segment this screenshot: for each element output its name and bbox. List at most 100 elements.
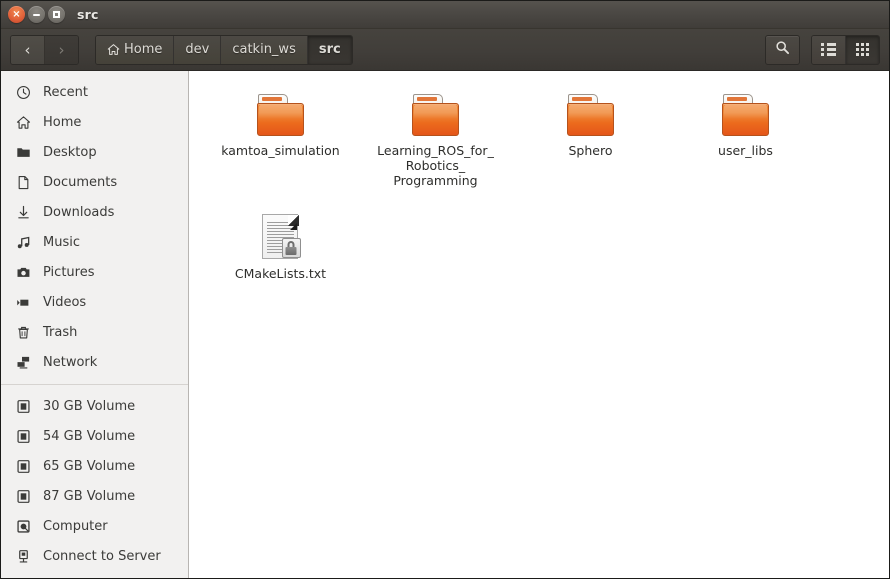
folder-icon (411, 94, 460, 137)
document-icon (15, 174, 32, 191)
folder-icon (256, 94, 305, 137)
download-icon (15, 204, 32, 221)
sidebar-item-computer[interactable]: Computer (1, 511, 188, 541)
file-item-user-libs[interactable]: user_libs (668, 83, 823, 168)
sidebar-item-label: 87 GB Volume (43, 488, 136, 504)
file-label: kamtoa_simulation (221, 143, 340, 158)
sidebar-item-label: Pictures (43, 264, 95, 280)
file-item-kamtoa-simulation[interactable]: kamtoa_simulation (203, 83, 358, 168)
sidebar-item-videos[interactable]: Videos (1, 287, 188, 317)
search-button[interactable] (765, 34, 800, 65)
sidebar-item-volume-30gb[interactable]: 30 GB Volume (1, 391, 188, 421)
drive-icon (15, 458, 32, 475)
sidebar-item-label: Videos (43, 294, 87, 310)
content-area: Recent Home Desktop Documents Downloads … (1, 71, 889, 578)
sidebar-item-volume-54gb[interactable]: 54 GB Volume (1, 421, 188, 451)
server-icon (15, 548, 32, 565)
breadcrumb-label: Home (124, 42, 163, 57)
titlebar: × src (1, 1, 889, 29)
sidebar-item-label: Recent (43, 84, 88, 100)
icon-wrap (721, 89, 770, 137)
sidebar-item-label: 30 GB Volume (43, 398, 136, 414)
symlink-arrow-icon (289, 223, 297, 230)
file-grid: kamtoa_simulation Learning_ROS_for_ Robo… (189, 83, 889, 291)
home-icon (107, 43, 120, 56)
list-view-button[interactable] (812, 35, 845, 64)
sidebar-item-label: 54 GB Volume (43, 428, 136, 444)
sidebar-item-connect-to-server[interactable]: Connect to Server (1, 541, 188, 571)
sidebar-separator (1, 384, 188, 385)
forward-button[interactable]: › (44, 35, 78, 64)
sidebar-item-downloads[interactable]: Downloads (1, 197, 188, 227)
grid-view-button[interactable] (845, 35, 879, 64)
sidebar-item-trash[interactable]: Trash (1, 317, 188, 347)
file-manager-window: × src ‹ › Home dev catkin_ws src Recent … (0, 0, 890, 579)
minimize-button[interactable] (28, 6, 45, 23)
sidebar-item-desktop[interactable]: Desktop (1, 137, 188, 167)
sidebar-item-label: Music (43, 234, 80, 250)
breadcrumb-item-home[interactable]: Home (96, 35, 174, 64)
breadcrumb-item-src[interactable]: src (306, 35, 352, 64)
file-label: user_libs (718, 143, 773, 158)
home-icon (15, 114, 32, 131)
sidebar-item-recent[interactable]: Recent (1, 77, 188, 107)
breadcrumb-item-dev[interactable]: dev (173, 35, 221, 64)
drive-icon (15, 488, 32, 505)
text-file-icon (261, 214, 301, 260)
file-item-cmakelists-txt[interactable]: CMakeLists.txt (203, 206, 358, 291)
sidebar-item-label: Computer (43, 518, 108, 534)
folder-icon (15, 144, 32, 161)
sidebar-item-pictures[interactable]: Pictures (1, 257, 188, 287)
file-label: CMakeLists.txt (234, 266, 327, 281)
maximize-button[interactable] (48, 6, 65, 23)
window-title: src (77, 7, 99, 22)
sidebar-item-music[interactable]: Music (1, 227, 188, 257)
close-icon: × (12, 8, 21, 20)
file-list-area[interactable]: kamtoa_simulation Learning_ROS_for_ Robo… (189, 71, 889, 578)
sidebar-item-label: Home (43, 114, 82, 130)
toolbar-right-group (765, 34, 880, 65)
file-label: Learning_ROS_for_ Robotics_ Programming (377, 143, 494, 188)
drive-icon (15, 428, 32, 445)
camera-icon (15, 264, 32, 281)
folder-icon (721, 94, 770, 137)
sidebar-item-label: Trash (43, 324, 78, 340)
toolbar: ‹ › Home dev catkin_ws src (1, 29, 889, 71)
file-item-learning-ros-for-robotics-programming[interactable]: Learning_ROS_for_ Robotics_ Programming (358, 83, 513, 198)
back-button[interactable]: ‹ (11, 35, 44, 64)
computer-icon (15, 518, 32, 535)
sidebar-item-home[interactable]: Home (1, 107, 188, 137)
grid-view-icon (856, 43, 869, 56)
breadcrumb-item-catkin-ws[interactable]: catkin_ws (220, 35, 307, 64)
close-button[interactable]: × (8, 6, 25, 23)
sidebar-item-label: 65 GB Volume (43, 458, 136, 474)
music-note-icon (15, 234, 32, 251)
minimize-icon (33, 13, 40, 16)
search-icon (775, 40, 790, 59)
lock-icon (281, 238, 301, 258)
sidebar-item-label: Connect to Server (43, 548, 161, 564)
clock-icon (15, 84, 32, 101)
icon-wrap (411, 89, 460, 137)
icon-wrap (566, 89, 615, 137)
sidebar-item-label: Documents (43, 174, 118, 190)
drive-icon (15, 398, 32, 415)
sidebar-item-network[interactable]: Network (1, 347, 188, 377)
navigation-buttons: ‹ › (10, 34, 79, 65)
sidebar-item-label: Desktop (43, 144, 97, 160)
icon-wrap (256, 89, 305, 137)
sidebar-item-volume-87gb[interactable]: 87 GB Volume (1, 481, 188, 511)
trash-icon (15, 324, 32, 341)
sidebar-item-label: Network (43, 354, 98, 370)
folder-icon (566, 94, 615, 137)
icon-wrap (261, 212, 301, 260)
sidebar-item-documents[interactable]: Documents (1, 167, 188, 197)
file-item-sphero[interactable]: Sphero (513, 83, 668, 168)
video-camera-icon (15, 294, 32, 311)
window-controls: × (8, 6, 65, 23)
maximize-icon (53, 11, 60, 18)
list-view-icon (821, 43, 836, 56)
sidebar: Recent Home Desktop Documents Downloads … (1, 71, 189, 578)
sidebar-item-volume-65gb[interactable]: 65 GB Volume (1, 451, 188, 481)
sidebar-item-label: Downloads (43, 204, 115, 220)
